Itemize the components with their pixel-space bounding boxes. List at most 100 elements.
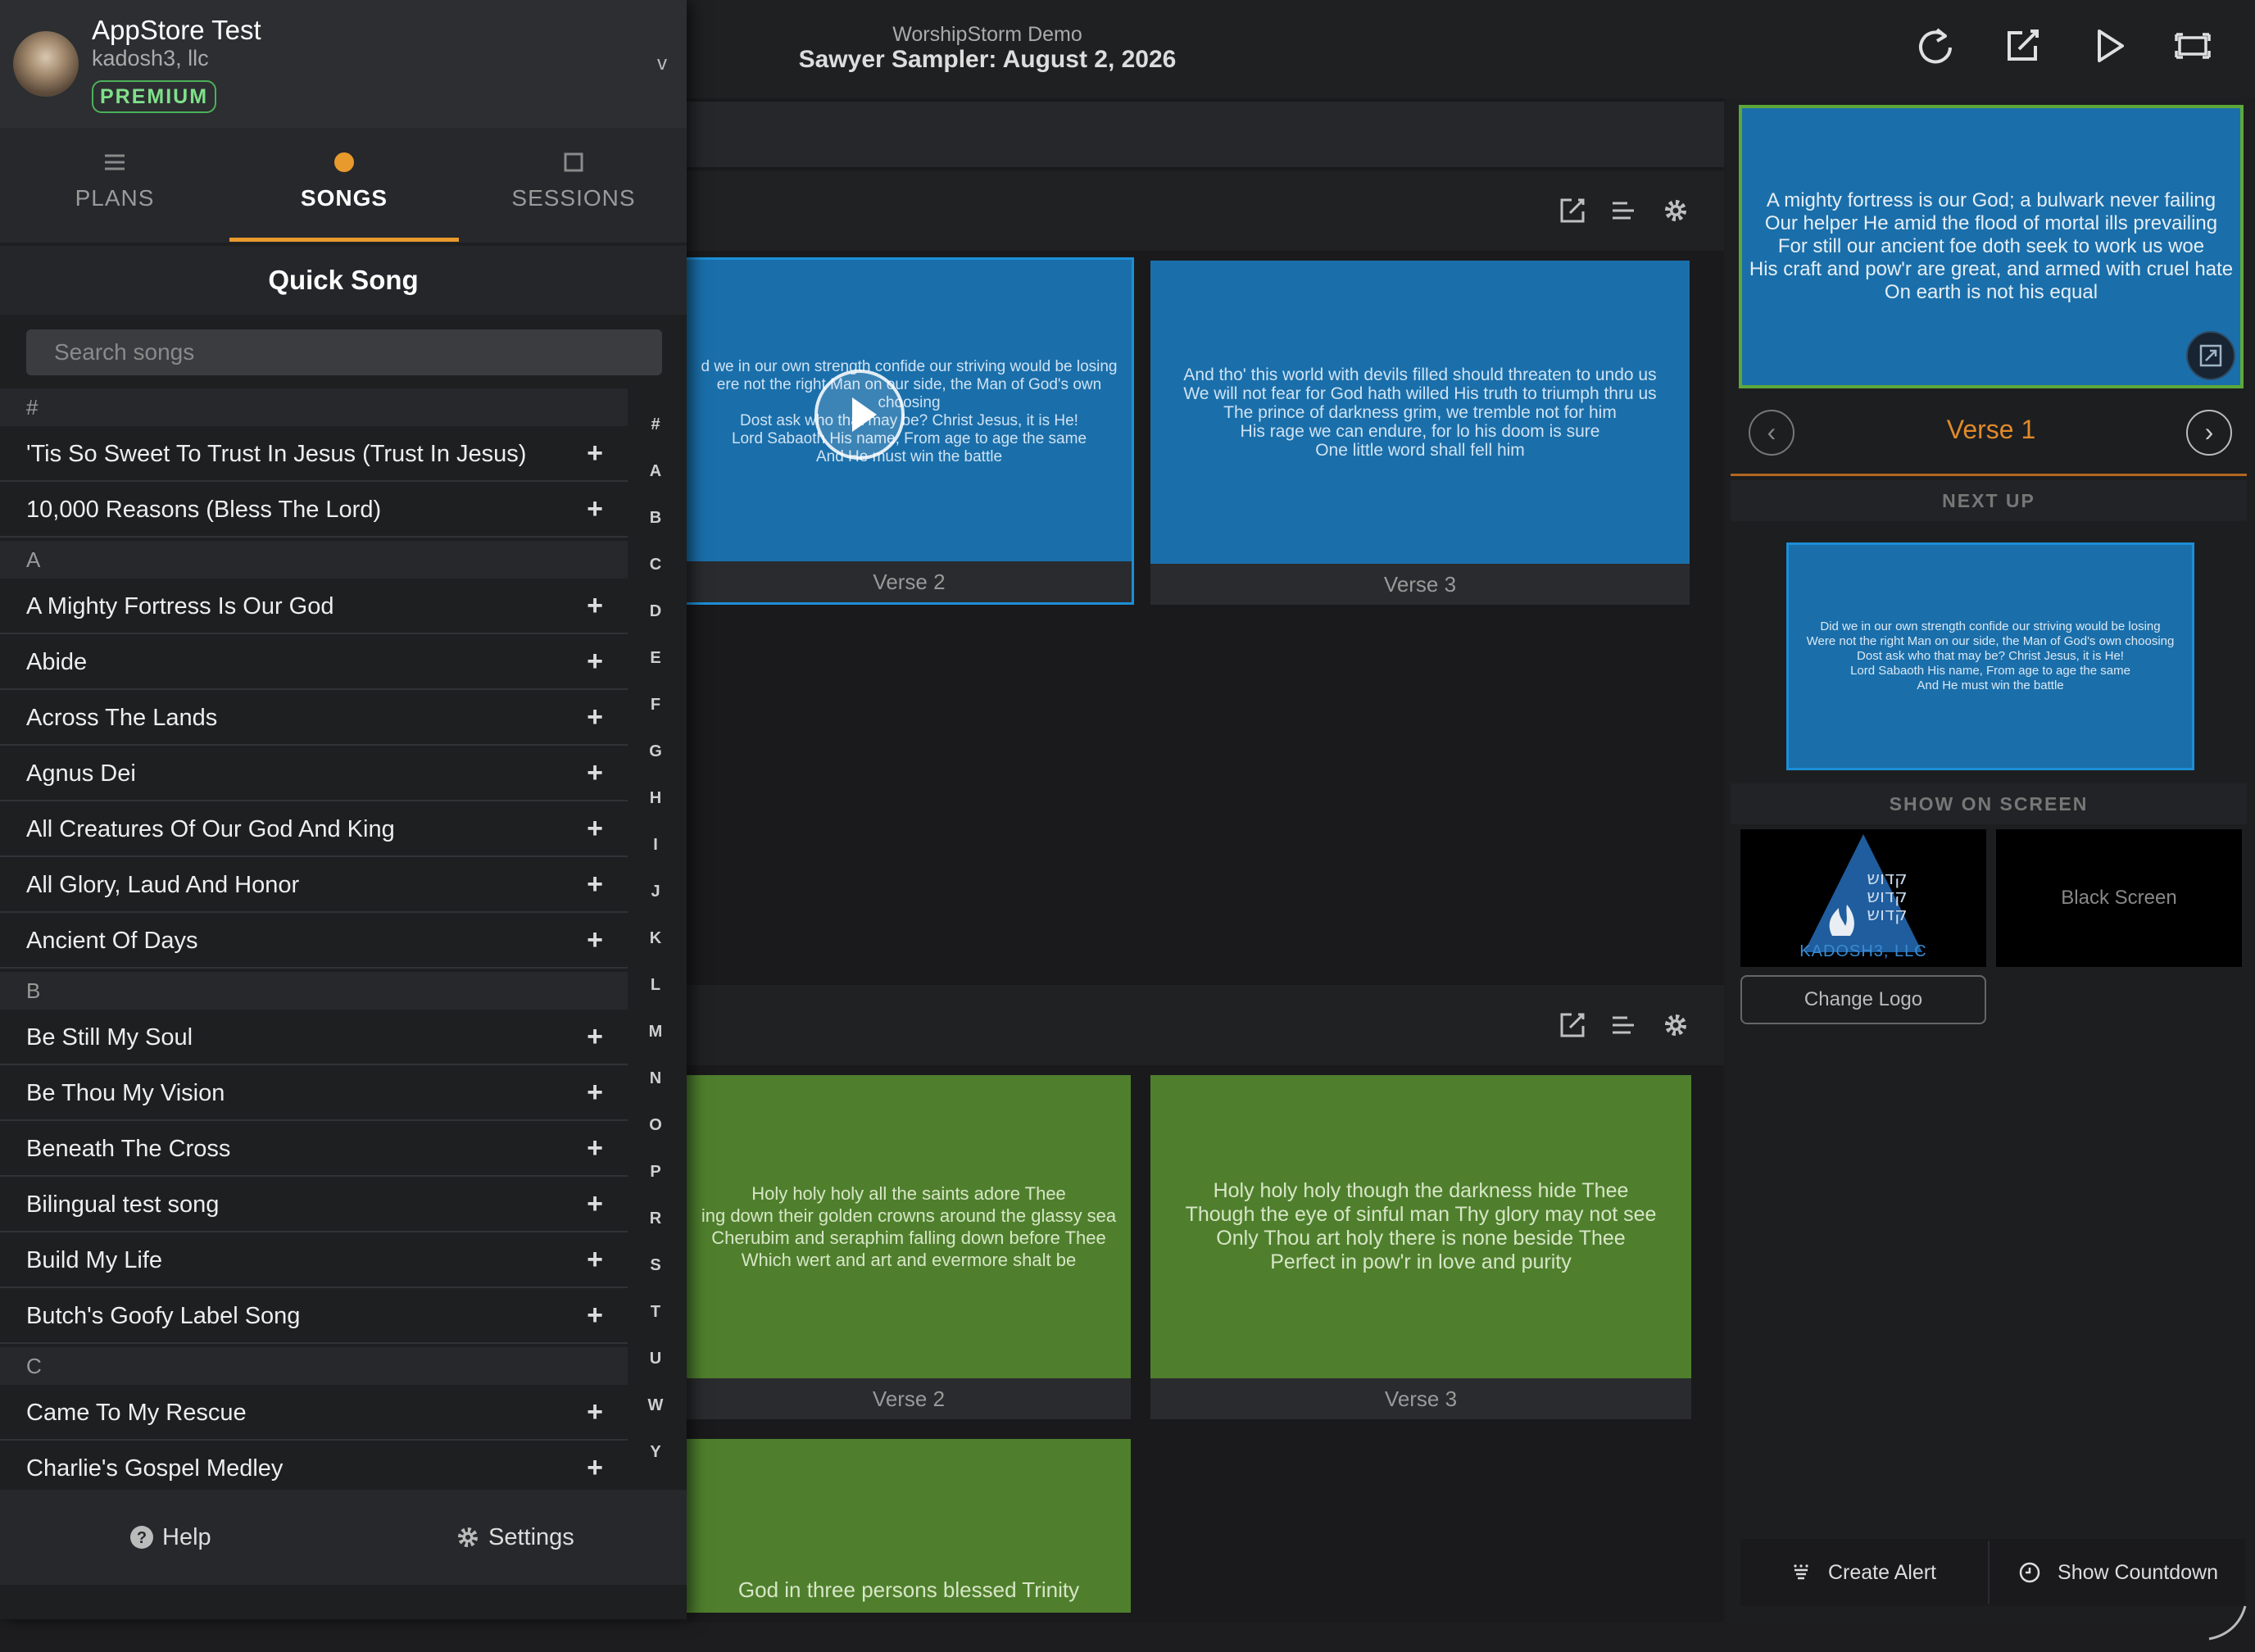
song-item[interactable]: Across The Lands + bbox=[0, 692, 628, 746]
arrange-icon[interactable] bbox=[1608, 1010, 1639, 1041]
tab-sessions[interactable]: SESSIONS bbox=[459, 128, 688, 243]
song-item[interactable]: Abide + bbox=[0, 636, 628, 690]
edit-song-icon[interactable] bbox=[1557, 1010, 1588, 1041]
create-alert-button[interactable]: Create Alert bbox=[1740, 1539, 1986, 1606]
active-tab-indicator bbox=[229, 238, 459, 242]
black-screen-tile[interactable]: Black Screen bbox=[1996, 829, 2242, 967]
slide-verse-2[interactable]: Holy holy holy all the saints adore Thee… bbox=[687, 1075, 1131, 1419]
song-item[interactable]: Charlie's Gospel Medley + bbox=[0, 1442, 628, 1490]
index-letter[interactable]: C bbox=[631, 556, 680, 574]
song-item[interactable]: 10,000 Reasons (Bless The Lord) + bbox=[0, 483, 628, 538]
screen-icon[interactable] bbox=[2170, 23, 2216, 69]
index-letter[interactable]: J bbox=[631, 883, 680, 901]
settings-button[interactable]: Settings bbox=[456, 1521, 574, 1554]
arrange-icon[interactable] bbox=[1608, 195, 1639, 226]
tab-plans[interactable]: PLANS bbox=[0, 128, 229, 243]
index-letter[interactable]: L bbox=[631, 976, 680, 995]
index-letter[interactable]: S bbox=[631, 1256, 680, 1275]
play-slide-icon[interactable] bbox=[814, 370, 905, 460]
account-org: kadosh3, llc bbox=[92, 46, 209, 70]
refresh-icon[interactable] bbox=[1912, 23, 1958, 69]
clock-icon bbox=[2019, 1562, 2040, 1583]
index-letter[interactable]: E bbox=[631, 649, 680, 668]
index-letter[interactable]: A bbox=[631, 462, 680, 481]
song-item[interactable]: 'Tis So Sweet To Trust In Jesus (Trust I… bbox=[0, 428, 628, 482]
index-letter[interactable]: O bbox=[631, 1116, 680, 1135]
index-letter[interactable]: G bbox=[631, 742, 680, 761]
song-item[interactable]: Bilingual test song + bbox=[0, 1178, 628, 1232]
plan-title: Sawyer Sampler: August 2, 2026 bbox=[798, 46, 1177, 73]
slide-text: Holy holy holy all the saints adore Thee… bbox=[687, 1075, 1131, 1378]
account-name: AppStore Test bbox=[92, 15, 261, 45]
tab-songs[interactable]: SONGS bbox=[229, 128, 459, 243]
gear-icon[interactable] bbox=[1660, 195, 1691, 226]
add-song-icon[interactable]: + bbox=[587, 493, 603, 525]
live-preview[interactable]: A mighty fortress is our God; a bulwark … bbox=[1739, 105, 2244, 388]
song-item[interactable]: All Creatures Of Our God And King + bbox=[0, 803, 628, 857]
song-item[interactable]: Butch's Goofy Label Song + bbox=[0, 1290, 628, 1344]
index-letter[interactable]: I bbox=[631, 836, 680, 855]
next-up-slide[interactable]: Did we in our own strength confide our s… bbox=[1786, 542, 2194, 770]
slide-text: d we in our own strength confide our str… bbox=[687, 260, 1132, 565]
edit-icon[interactable] bbox=[1999, 23, 2045, 69]
logo-tile[interactable]: קדוש קדוש קדוש KADOSH3, LLC bbox=[1740, 829, 1986, 967]
song-item[interactable]: Ancient Of Days + bbox=[0, 914, 628, 969]
song-item[interactable]: Be Thou My Vision + bbox=[0, 1067, 628, 1121]
add-song-icon[interactable]: + bbox=[587, 757, 603, 789]
song-item[interactable]: Be Still My Soul + bbox=[0, 1011, 628, 1065]
add-song-icon[interactable]: + bbox=[587, 1021, 603, 1053]
index-letter[interactable]: R bbox=[631, 1210, 680, 1228]
add-song-icon[interactable]: + bbox=[587, 1132, 603, 1164]
index-letter[interactable]: M bbox=[631, 1023, 680, 1042]
search-input[interactable] bbox=[26, 329, 662, 375]
add-song-icon[interactable]: + bbox=[587, 1077, 603, 1109]
song-item[interactable]: A Mighty Fortress Is Our God + bbox=[0, 580, 628, 634]
song-item[interactable]: Beneath The Cross + bbox=[0, 1123, 628, 1177]
add-song-icon[interactable]: + bbox=[587, 646, 603, 678]
song-item[interactable]: Came To My Rescue + bbox=[0, 1386, 628, 1441]
gear-icon[interactable] bbox=[1660, 1010, 1691, 1041]
add-song-icon[interactable]: + bbox=[587, 1244, 603, 1276]
next-verse-button[interactable]: › bbox=[2186, 410, 2232, 456]
change-logo-button[interactable]: Change Logo bbox=[1740, 975, 1986, 1024]
index-letter[interactable]: H bbox=[631, 789, 680, 808]
edit-song-icon[interactable] bbox=[1557, 195, 1588, 226]
slide-verse-2[interactable]: d we in our own strength confide our str… bbox=[687, 257, 1134, 605]
index-letter[interactable]: U bbox=[631, 1350, 680, 1368]
add-song-icon[interactable]: + bbox=[587, 438, 603, 470]
song-item[interactable]: Build My Life + bbox=[0, 1234, 628, 1288]
list-icon bbox=[0, 146, 229, 179]
slide-verse-3[interactable]: And tho' this world with devils filled s… bbox=[1150, 261, 1690, 605]
resize-grip-icon[interactable] bbox=[2204, 1603, 2250, 1642]
add-song-icon[interactable]: + bbox=[587, 701, 603, 733]
index-letter[interactable]: Y bbox=[631, 1443, 680, 1462]
add-song-icon[interactable]: + bbox=[587, 1300, 603, 1332]
index-letter[interactable]: K bbox=[631, 929, 680, 948]
add-song-icon[interactable]: + bbox=[587, 1188, 603, 1220]
index-letter[interactable]: F bbox=[631, 696, 680, 715]
index-letter[interactable]: B bbox=[631, 509, 680, 528]
chevron-down-icon[interactable]: v bbox=[657, 52, 667, 75]
add-song-icon[interactable]: + bbox=[587, 1452, 603, 1484]
slide-verse-3[interactable]: Holy holy holy though the darkness hide … bbox=[1150, 1075, 1691, 1419]
song-item[interactable]: All Glory, Laud And Honor + bbox=[0, 859, 628, 913]
index-letter[interactable]: D bbox=[631, 602, 680, 621]
index-letter[interactable]: W bbox=[631, 1396, 680, 1415]
slide-verse-4[interactable]: God in three persons blessed Trinity bbox=[687, 1439, 1131, 1613]
add-song-icon[interactable]: + bbox=[587, 869, 603, 901]
index-letter[interactable]: P bbox=[631, 1163, 680, 1182]
add-song-icon[interactable]: + bbox=[587, 590, 603, 622]
group-header: A bbox=[0, 541, 628, 579]
index-letter[interactable]: N bbox=[631, 1069, 680, 1088]
divider bbox=[1731, 474, 2247, 476]
help-button[interactable]: ? Help bbox=[129, 1521, 211, 1554]
song-item[interactable]: Agnus Dei + bbox=[0, 747, 628, 801]
index-letter[interactable]: T bbox=[631, 1303, 680, 1322]
index-letter[interactable]: # bbox=[631, 415, 680, 434]
show-countdown-button[interactable]: Show Countdown bbox=[1991, 1539, 2245, 1606]
add-song-icon[interactable]: + bbox=[587, 813, 603, 845]
add-song-icon[interactable]: + bbox=[587, 924, 603, 956]
add-song-icon[interactable]: + bbox=[587, 1396, 603, 1428]
play-icon[interactable] bbox=[2086, 23, 2132, 69]
expand-icon[interactable] bbox=[2186, 331, 2235, 380]
